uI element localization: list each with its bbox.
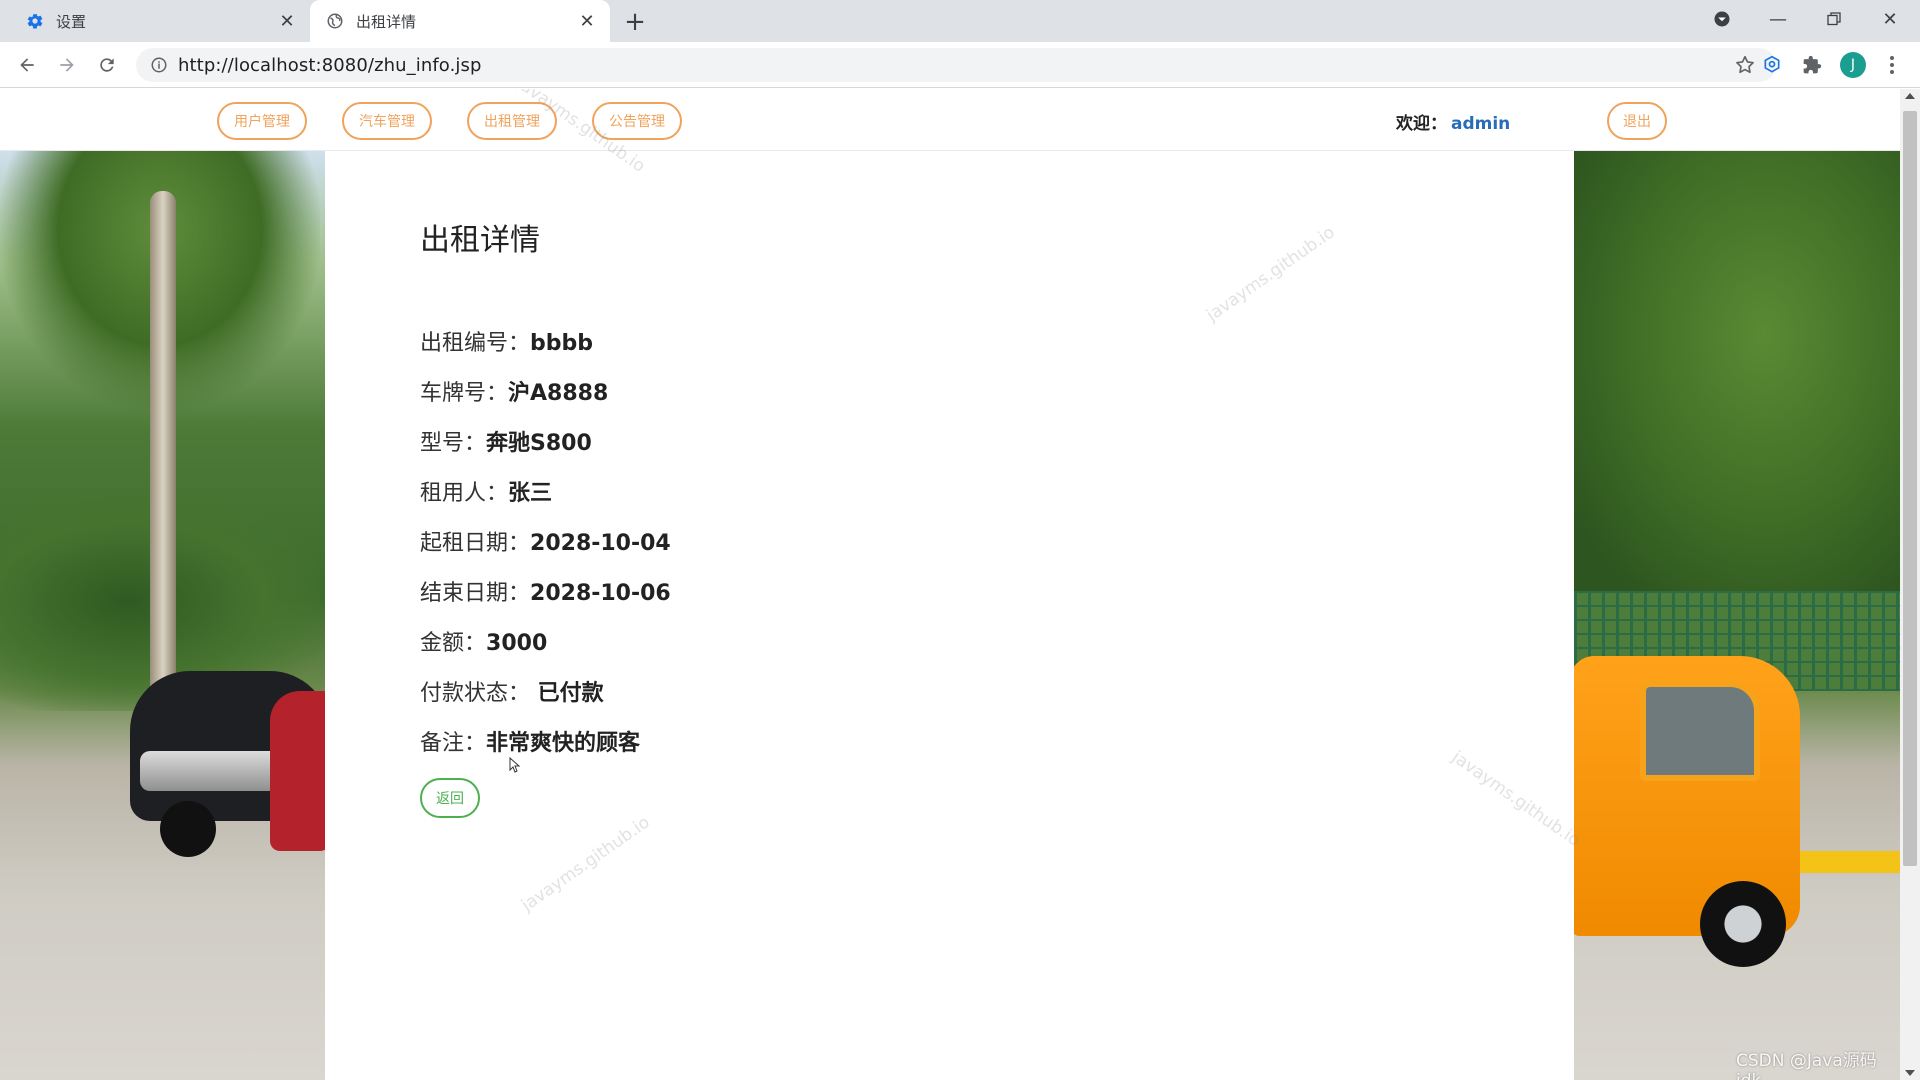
tab-search-icon[interactable] <box>1694 0 1750 38</box>
nav-car-management[interactable]: 汽车管理 <box>342 102 432 140</box>
field-value: bbbb <box>530 331 594 356</box>
scrollbar-thumb[interactable] <box>1903 111 1917 866</box>
window-close-icon[interactable]: ✕ <box>1862 0 1918 38</box>
more-menu-icon[interactable] <box>1882 52 1902 78</box>
detail-row: 型号：奔驰S800 <box>420 425 592 457</box>
back-button[interactable]: 返回 <box>420 778 480 818</box>
tab-settings[interactable]: 设置 ✕ <box>10 0 310 42</box>
detail-row: 租用人：张三 <box>420 475 552 507</box>
detail-row: 出租编号：bbbb <box>420 325 593 357</box>
detail-row: 付款状态： 已付款 <box>420 675 604 707</box>
page-title: 出租详情 <box>420 223 540 258</box>
tab-rental-detail[interactable]: 出租详情 ✕ <box>310 0 610 42</box>
field-label: 车牌号： <box>420 381 509 406</box>
info-icon[interactable] <box>150 56 168 74</box>
field-label: 型号： <box>420 431 487 456</box>
scroll-down-icon[interactable] <box>1905 1070 1915 1076</box>
puzzle-icon[interactable] <box>1800 53 1824 77</box>
restore-icon[interactable] <box>1806 0 1862 38</box>
username: admin <box>1451 114 1511 134</box>
tab-strip: 设置 ✕ 出租详情 ✕ + — ✕ <box>0 0 1920 42</box>
field-label: 备注： <box>420 731 487 756</box>
field-label: 起租日期： <box>420 531 531 556</box>
field-value: 张三 <box>508 481 553 506</box>
field-value: 2028-10-06 <box>530 581 671 606</box>
tab-title: 设置 <box>56 12 87 31</box>
extension-icon[interactable] <box>1760 53 1784 77</box>
globe-icon <box>326 12 344 30</box>
detail-row: 备注：非常爽快的顾客 <box>420 725 640 757</box>
logout-button[interactable]: 退出 <box>1607 102 1667 140</box>
site-header: 用户管理 汽车管理 出租管理 公告管理 欢迎： admin 退出 <box>0 89 1900 151</box>
close-icon[interactable]: ✕ <box>574 8 600 34</box>
minimize-icon[interactable]: — <box>1750 0 1806 38</box>
detail-row: 结束日期：2028-10-06 <box>420 575 671 607</box>
field-value: 非常爽快的顾客 <box>486 731 641 756</box>
page-viewport: 用户管理 汽车管理 出租管理 公告管理 欢迎： admin 退出 出租详情 出租编… <box>0 89 1900 1080</box>
mouse-cursor-icon <box>509 757 521 773</box>
tab-title: 出租详情 <box>356 12 417 31</box>
reload-icon[interactable] <box>92 50 122 80</box>
close-icon[interactable]: ✕ <box>274 8 300 34</box>
field-label: 付款状态： <box>420 681 531 706</box>
profile-avatar[interactable]: J <box>1840 52 1866 78</box>
welcome-label: 欢迎： <box>1396 114 1447 134</box>
scroll-up-icon[interactable] <box>1905 93 1915 99</box>
field-value: 沪A8888 <box>508 381 609 406</box>
field-label: 金额： <box>420 631 487 656</box>
field-value: 已付款 <box>530 681 604 706</box>
detail-row: 起租日期：2028-10-04 <box>420 525 671 557</box>
detail-row: 车牌号：沪A8888 <box>420 375 608 407</box>
back-arrow-icon[interactable] <box>12 50 42 80</box>
browser-toolbar: http://localhost:8080/zhu_info.jsp J <box>0 42 1920 88</box>
detail-row: 金额：3000 <box>420 625 547 657</box>
page-scrollbar[interactable] <box>1900 89 1920 1080</box>
welcome-text: 欢迎： admin <box>1396 109 1510 134</box>
corner-credit: CSDN @Java源码jdk <box>1736 1051 1877 1080</box>
field-label: 出租编号： <box>420 331 531 356</box>
field-value: 奔驰S800 <box>486 431 592 456</box>
new-tab-button[interactable]: + <box>620 7 650 37</box>
field-value: 2028-10-04 <box>530 531 671 556</box>
forward-arrow-icon[interactable] <box>52 50 82 80</box>
url-text[interactable]: http://localhost:8080/zhu_info.jsp <box>178 55 482 76</box>
nav-user-management[interactable]: 用户管理 <box>217 102 307 140</box>
field-label: 租用人： <box>420 481 509 506</box>
gear-icon <box>26 12 44 30</box>
field-label: 结束日期： <box>420 581 531 606</box>
field-value: 3000 <box>486 631 548 656</box>
bookmark-star-icon[interactable] <box>1734 54 1756 76</box>
address-bar[interactable]: http://localhost:8080/zhu_info.jsp <box>136 48 1776 82</box>
detail-panel: 出租详情 出租编号：bbbb 车牌号：沪A8888 型号：奔驰S800 租用人：… <box>325 151 1574 1080</box>
